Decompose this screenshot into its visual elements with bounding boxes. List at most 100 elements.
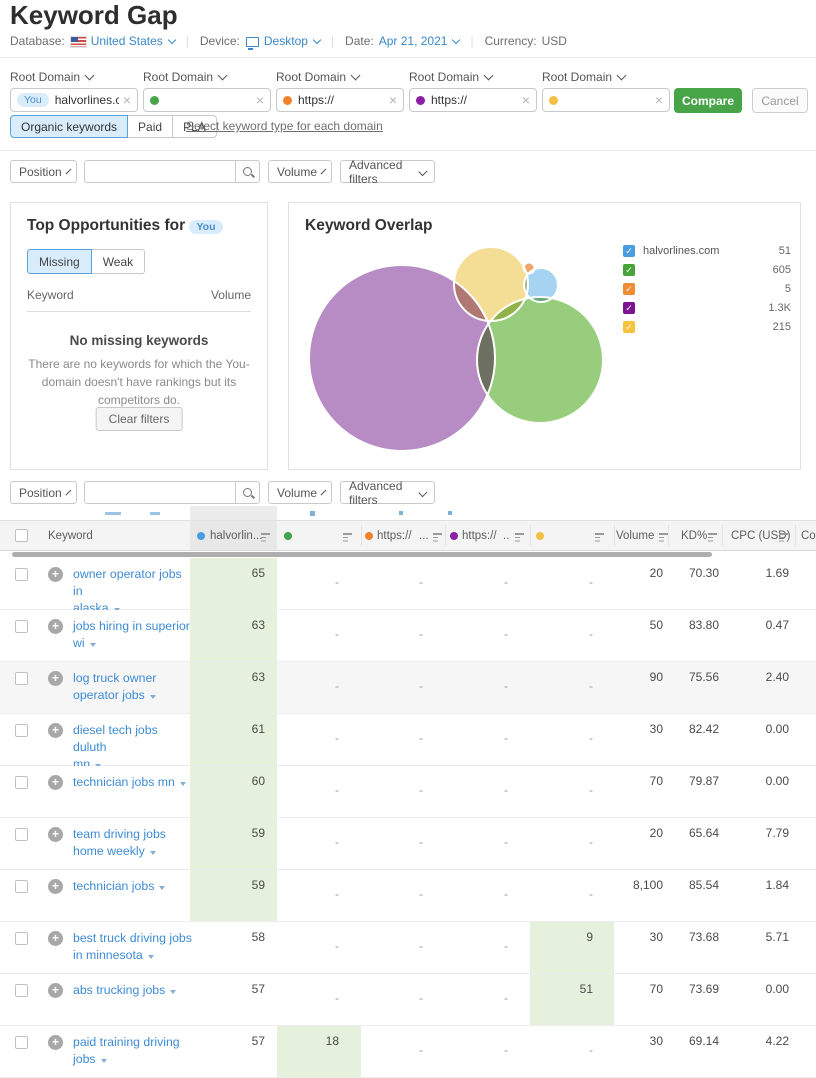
add-keyword-icon[interactable]: + (48, 671, 63, 686)
domain-input-3[interactable]: https://× (276, 88, 404, 112)
keyword-dropdown-icon[interactable] (150, 851, 156, 855)
sort-icon[interactable] (659, 533, 669, 541)
volume-filter[interactable]: Volume (268, 481, 332, 504)
clear-input-icon[interactable]: × (123, 93, 131, 107)
cancel-button[interactable]: Cancel (752, 88, 808, 113)
sort-icon[interactable] (433, 533, 443, 541)
add-keyword-icon[interactable]: + (48, 567, 63, 582)
select-keyword-type-link[interactable]: Select keyword type for each domain (186, 119, 383, 133)
search-input[interactable] (85, 161, 235, 182)
root-domain-type-selector-1[interactable]: Root Domain (10, 70, 93, 84)
column-header-kd[interactable]: KD% (681, 530, 707, 542)
legend-checkbox[interactable]: ✓ (623, 245, 635, 257)
advanced-filters[interactable]: Advanced filters (340, 481, 435, 504)
row-checkbox[interactable] (15, 1036, 28, 1049)
keyword-link[interactable]: abs trucking jobs (73, 982, 193, 999)
table-row: +abs trucking jobs57---517073.690.00 (0, 974, 816, 1026)
tab-paid[interactable]: Paid (127, 115, 173, 138)
toggle-missing[interactable]: Missing (27, 249, 92, 274)
column-header-competitor-2[interactable]: https:// (377, 530, 412, 542)
horizontal-scrollbar[interactable] (12, 552, 712, 557)
clear-input-icon[interactable]: × (389, 93, 397, 107)
legend-checkbox[interactable]: ✓ (623, 321, 635, 333)
column-header-you-domain[interactable]: halvorlin... (210, 530, 262, 542)
keyword-link[interactable]: jobs hiring in superiorwi (73, 618, 193, 652)
domain-input-4[interactable]: https://× (409, 88, 537, 112)
row-checkbox[interactable] (15, 880, 28, 893)
keyword-link[interactable]: technician jobs mn (73, 774, 193, 791)
add-keyword-icon[interactable]: + (48, 1035, 63, 1050)
add-keyword-icon[interactable]: + (48, 931, 63, 946)
keyword-dropdown-icon[interactable] (180, 782, 186, 786)
sort-icon[interactable] (779, 533, 789, 541)
select-all-checkbox[interactable] (15, 529, 28, 542)
clear-input-icon[interactable]: × (256, 93, 264, 107)
position-filter[interactable]: Position (10, 160, 77, 183)
row-checkbox[interactable] (15, 620, 28, 633)
sort-icon[interactable] (595, 533, 605, 541)
root-domain-type-selector-4[interactable]: Root Domain (409, 70, 492, 84)
keyword-dropdown-icon[interactable] (148, 955, 154, 959)
sort-icon[interactable] (708, 533, 718, 541)
add-keyword-icon[interactable]: + (48, 983, 63, 998)
search-button[interactable] (235, 161, 259, 182)
database-selector[interactable]: United States (91, 34, 175, 48)
divider (0, 57, 816, 58)
root-domain-type-selector-3[interactable]: Root Domain (276, 70, 359, 84)
row-checkbox[interactable] (15, 828, 28, 841)
keyword-dropdown-icon[interactable] (159, 886, 165, 890)
keyword-link[interactable]: paid training drivingjobs (73, 1034, 193, 1068)
root-domain-type-selector-2[interactable]: Root Domain (143, 70, 226, 84)
advanced-filters[interactable]: Advanced filters (340, 160, 435, 183)
add-keyword-icon[interactable]: + (48, 827, 63, 842)
column-header-competition[interactable]: Co (801, 530, 816, 542)
add-keyword-icon[interactable]: + (48, 619, 63, 634)
divider: | (186, 34, 189, 48)
row-checkbox[interactable] (15, 776, 28, 789)
clear-input-icon[interactable]: × (655, 93, 663, 107)
row-fragment (105, 512, 121, 515)
compare-button[interactable]: Compare (674, 88, 742, 113)
legend-checkbox[interactable]: ✓ (623, 264, 635, 276)
legend-checkbox[interactable]: ✓ (623, 283, 635, 295)
column-header-keyword[interactable]: Keyword (48, 530, 93, 542)
add-keyword-icon[interactable]: + (48, 723, 63, 738)
ellipsis: .. (503, 530, 509, 542)
date-selector[interactable]: Apr 21, 2021 (379, 34, 460, 48)
keyword-link[interactable]: log truck owneroperator jobs (73, 670, 193, 704)
row-fragment (310, 511, 315, 516)
row-checkbox[interactable] (15, 568, 28, 581)
tab-organic-keywords[interactable]: Organic keywords (10, 115, 128, 138)
root-domain-type-selector-5[interactable]: Root Domain (542, 70, 625, 84)
domain-input-2[interactable]: × (143, 88, 271, 112)
sort-icon[interactable] (515, 533, 525, 541)
column-header-volume[interactable]: Volume (616, 530, 654, 542)
keyword-link[interactable]: technician jobs (73, 878, 193, 895)
sort-icon[interactable] (343, 533, 353, 541)
domain-input-5[interactable]: × (542, 88, 670, 112)
add-keyword-icon[interactable]: + (48, 775, 63, 790)
keyword-link[interactable]: team driving jobshome weekly (73, 826, 193, 860)
device-selector[interactable]: Desktop (264, 34, 320, 48)
row-checkbox[interactable] (15, 984, 28, 997)
column-header-competitor-3[interactable]: https:// (462, 530, 497, 542)
clear-filters-button[interactable]: Clear filters (96, 407, 183, 431)
row-checkbox[interactable] (15, 724, 28, 737)
row-checkbox[interactable] (15, 672, 28, 685)
sort-icon[interactable] (261, 533, 271, 541)
search-button[interactable] (235, 482, 259, 503)
search-input[interactable] (85, 482, 235, 503)
add-keyword-icon[interactable]: + (48, 879, 63, 894)
legend-checkbox[interactable]: ✓ (623, 302, 635, 314)
volume-filter[interactable]: Volume (268, 160, 332, 183)
toggle-weak[interactable]: Weak (91, 249, 145, 274)
keyword-dropdown-icon[interactable] (170, 990, 176, 994)
row-checkbox[interactable] (15, 932, 28, 945)
keyword-dropdown-icon[interactable] (90, 643, 96, 647)
keyword-dropdown-icon[interactable] (150, 695, 156, 699)
clear-input-icon[interactable]: × (522, 93, 530, 107)
keyword-dropdown-icon[interactable] (101, 1059, 107, 1063)
position-filter[interactable]: Position (10, 481, 77, 504)
keyword-link[interactable]: best truck driving jobsin minnesota (73, 930, 193, 964)
domain-input-1[interactable]: Youhalvorlines.com× (10, 88, 138, 112)
